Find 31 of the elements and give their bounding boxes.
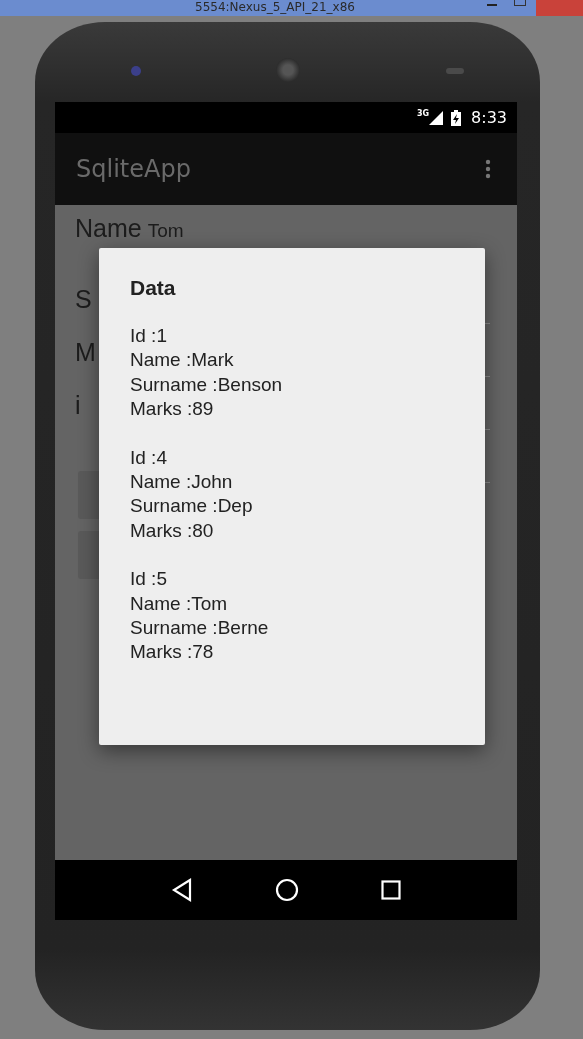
record-line: Marks :78 xyxy=(130,640,215,665)
record-line: Marks :80 xyxy=(130,518,215,543)
network-type: 3G xyxy=(416,109,430,118)
dialog-title: Data xyxy=(130,276,177,300)
record-line: Name :Tom xyxy=(130,591,229,616)
sensor-icon xyxy=(446,68,464,74)
field-value: Tom xyxy=(147,220,184,242)
window-title: 5554:Nexus_5_API_21_x86 xyxy=(195,0,355,15)
battery-charging-icon xyxy=(451,109,462,126)
record-line: Surname :Berne xyxy=(130,616,270,641)
overview-icon[interactable] xyxy=(381,880,401,900)
record-line: Surname :Dep xyxy=(130,494,254,519)
clock: 8:33 xyxy=(471,108,507,127)
field-label: Name xyxy=(75,213,142,244)
field-label: S xyxy=(75,284,92,315)
maximize-button[interactable] xyxy=(514,0,526,6)
app-title: SqliteApp xyxy=(76,155,191,183)
record-line: Id :1 xyxy=(130,324,168,348)
home-icon[interactable] xyxy=(275,878,299,902)
more-options-icon[interactable] xyxy=(485,159,491,179)
record-line: Name :John xyxy=(130,470,234,495)
camera-icon xyxy=(131,66,141,76)
record-line: Name :Mark xyxy=(130,348,235,373)
back-icon[interactable] xyxy=(171,878,193,902)
field-label: i xyxy=(75,390,81,421)
signal-icon xyxy=(429,110,444,125)
record-line: Id :4 xyxy=(130,445,168,470)
record-line: Id :5 xyxy=(130,567,168,592)
record-line: Marks :89 xyxy=(130,397,215,422)
record-line: Surname :Benson xyxy=(130,372,284,397)
field-label: M xyxy=(75,337,96,368)
